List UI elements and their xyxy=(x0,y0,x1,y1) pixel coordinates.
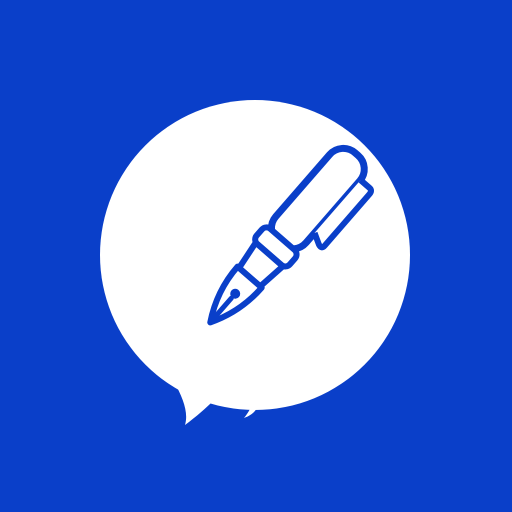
fountain-pen-speech-bubble-icon xyxy=(0,0,512,512)
app-icon xyxy=(0,0,512,512)
